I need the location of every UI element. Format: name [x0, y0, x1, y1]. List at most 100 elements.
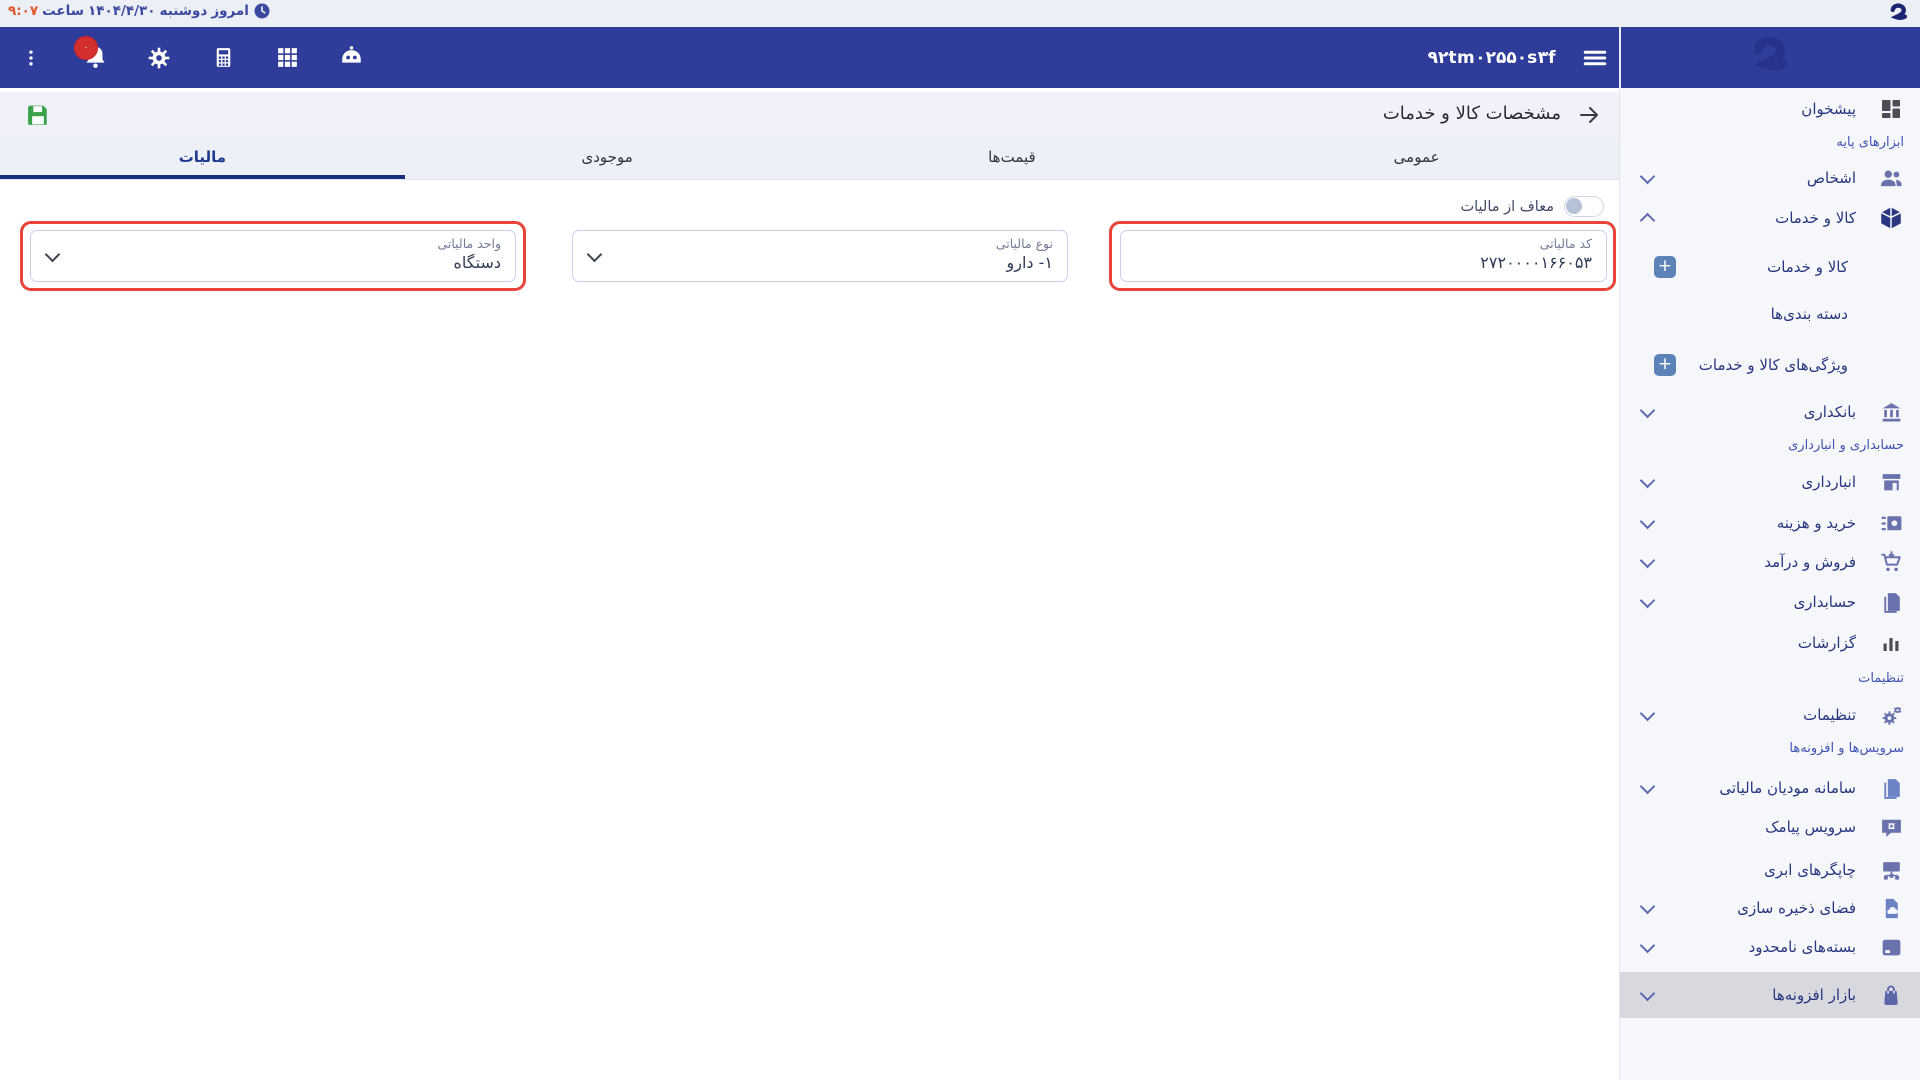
- field-value: ۲۷۲۰۰۰۰۱۶۶۰۵۳: [1155, 253, 1592, 272]
- chevron-up-icon: [1640, 213, 1656, 229]
- sidebar-item-label: فضای ذخیره سازی: [1737, 899, 1856, 917]
- field-label: کد مالیاتی: [1155, 236, 1592, 251]
- sidebar-item-label: حسابداری: [1794, 593, 1856, 611]
- back-arrow-icon[interactable]: [1577, 103, 1601, 131]
- datetime-text: امروزدوشنبه ۱۴۰۴/۴/۳۰ساعت۹:۰۷: [8, 2, 271, 20]
- store-icon: [1878, 469, 1904, 495]
- sidebar-item-storage-space[interactable]: فضای ذخیره سازی: [1620, 888, 1920, 928]
- sidebar-item-label: تنظیمات: [1803, 706, 1856, 724]
- sidebar-item-label: دسته بندی‌ها: [1771, 305, 1848, 323]
- sidebar-section-basic-tools: ابزارهای پایه: [1620, 128, 1920, 156]
- tab-bar: عمومی قیمت‌ها موجودی مالیات: [0, 138, 1619, 180]
- printer-icon: [1878, 857, 1904, 883]
- section-label: سرویس‌ها و افزونه‌ها: [1789, 741, 1904, 756]
- sidebar-item-label: بسته‌های نامحدود: [1749, 938, 1856, 956]
- date-value: ۱۴۰۴/۴/۳۰: [88, 3, 156, 19]
- tab-inventory[interactable]: موجودی: [405, 138, 810, 179]
- license-serial: ۹۲tm۰۲۵۵۰s۳f: [1428, 48, 1556, 68]
- sidebar-item-banking[interactable]: بانکداری: [1620, 392, 1920, 432]
- sidebar-item-label: کالا و خدمات: [1775, 209, 1856, 227]
- package-icon: [1878, 934, 1904, 960]
- sidebar-item-label: فروش و درآمد: [1764, 553, 1856, 571]
- sidebar-item-cloud-printers[interactable]: چاپگرهای ابری: [1620, 850, 1920, 890]
- sidebar-item-label: پیشخوان: [1801, 100, 1856, 118]
- field-label: نوع مالیاتی: [607, 236, 1053, 251]
- sidebar-section-accounting-warehousing: حسابداری و انبارداری: [1620, 431, 1920, 459]
- tax-unit-select[interactable]: واحد مالیاتی دستگاه: [30, 230, 516, 282]
- top-strip: امروزدوشنبه ۱۴۰۴/۴/۳۰ساعت۹:۰۷: [0, 0, 1920, 27]
- bar-chart-icon: [1878, 630, 1904, 656]
- documents-icon: [1878, 589, 1904, 615]
- sidebar-item-warehousing[interactable]: انبارداری: [1620, 462, 1920, 502]
- chevron-down-icon: [587, 247, 603, 263]
- chevron-down-icon: [1640, 779, 1656, 795]
- money-icon: [1878, 510, 1904, 536]
- sidebar-item-sms-service[interactable]: سرویس پیامک: [1620, 807, 1920, 847]
- sidebar-item-label: خرید و هزینه: [1777, 514, 1856, 532]
- sidebar-item-reports[interactable]: گزارشات: [1620, 623, 1920, 663]
- section-label: حسابداری و انبارداری: [1788, 438, 1904, 453]
- date-prefix: امروز: [211, 3, 249, 19]
- tab-prices[interactable]: قیمت‌ها: [810, 138, 1215, 179]
- chevron-down-icon: [1640, 899, 1656, 915]
- chevron-down-icon: [45, 247, 61, 263]
- chevron-down-icon: [1640, 706, 1656, 722]
- tax-exempt-toggle[interactable]: [1564, 196, 1604, 217]
- app-header: ۰ ۹۲tm۰۲۵۵۰s۳f: [0, 27, 1920, 88]
- header-right: ۹۲tm۰۲۵۵۰s۳f: [1400, 27, 1612, 88]
- time-value: ۹:۰۷: [8, 3, 38, 19]
- chevron-down-icon: [1640, 473, 1656, 489]
- section-label: ابزارهای پایه: [1836, 135, 1904, 150]
- sidebar-item-goods-services-sub[interactable]: کالا و خدمات +: [1620, 247, 1920, 287]
- add-attribute-button[interactable]: +: [1654, 354, 1676, 376]
- chevron-down-icon: [1640, 553, 1656, 569]
- sidebar-nav: پیشخوان ابزارهای پایه اشخاص کالا و خدمات…: [1620, 88, 1920, 1080]
- add-goods-button[interactable]: +: [1654, 256, 1676, 278]
- sidebar-item-purchases-expenses[interactable]: خرید و هزینه: [1620, 503, 1920, 543]
- sidebar-item-label: سرویس پیامک: [1765, 818, 1856, 836]
- section-label: تنظیمات: [1858, 671, 1904, 686]
- sidebar-item-label: بازار افزونه‌ها: [1772, 986, 1856, 1004]
- notification-badge: ۰: [74, 36, 98, 60]
- chatbot-robot-icon[interactable]: [334, 38, 368, 78]
- tab-tax[interactable]: مالیات: [0, 138, 405, 179]
- sidebar-item-unlimited-packages[interactable]: بسته‌های نامحدود: [1620, 927, 1920, 967]
- bag-icon: [1878, 982, 1904, 1008]
- apps-grid-icon[interactable]: [270, 38, 304, 78]
- sidebar-item-addons-market[interactable]: بازار افزونه‌ها: [1620, 972, 1920, 1018]
- sidebar-item-label: ویژگی‌های کالا و خدمات: [1699, 356, 1848, 374]
- sidebar-item-accounting[interactable]: حسابداری: [1620, 582, 1920, 622]
- weekday: دوشنبه: [160, 3, 208, 19]
- app-window: امروزدوشنبه ۱۴۰۴/۴/۳۰ساعت۹:۰۷ ۰: [0, 0, 1920, 1080]
- sidebar-item-sales-income[interactable]: فروش و درآمد: [1620, 542, 1920, 582]
- sidebar-item-label: کالا و خدمات: [1767, 258, 1848, 276]
- header-icons: ۰: [14, 27, 368, 88]
- hamburger-menu-icon[interactable]: [1578, 38, 1612, 78]
- kebab-menu-icon[interactable]: [14, 38, 48, 78]
- sidebar-item-tax-moadian-system[interactable]: سامانه مودیان مالیاتی: [1620, 768, 1920, 808]
- sidebar-item-settings[interactable]: تنظیمات: [1620, 695, 1920, 735]
- bank-icon: [1878, 399, 1904, 425]
- sidebar-item-categories[interactable]: دسته بندی‌ها: [1620, 294, 1920, 334]
- sidebar-item-persons[interactable]: اشخاص: [1620, 158, 1920, 198]
- save-button[interactable]: [24, 101, 52, 129]
- calculator-icon[interactable]: [206, 38, 240, 78]
- settings-gear-icon[interactable]: [142, 38, 176, 78]
- sidebar-item-product-attributes[interactable]: ویژگی‌های کالا و خدمات +: [1620, 345, 1920, 385]
- title-bar: مشخصات کالا و خدمات: [0, 92, 1619, 138]
- sidebar-item-label: سامانه مودیان مالیاتی: [1719, 779, 1856, 797]
- chevron-down-icon: [1640, 593, 1656, 609]
- tax-exempt-toggle-row: معاف از مالیات: [1460, 196, 1604, 217]
- gears-icon: [1878, 702, 1904, 728]
- documents-icon: [1878, 775, 1904, 801]
- sidebar-item-goods-services[interactable]: کالا و خدمات: [1620, 198, 1920, 238]
- tax-type-select[interactable]: نوع مالیاتی ۱- دارو: [572, 230, 1068, 282]
- tax-code-field[interactable]: کد مالیاتی ۲۷۲۰۰۰۰۱۶۶۰۵۳: [1120, 230, 1607, 282]
- tax-exempt-label: معاف از مالیات: [1460, 199, 1554, 215]
- chevron-down-icon: [1640, 403, 1656, 419]
- sidebar-section-settings: تنظیمات: [1620, 664, 1920, 692]
- tab-general[interactable]: عمومی: [1214, 138, 1619, 179]
- sidebar-item-dashboard[interactable]: پیشخوان: [1620, 89, 1920, 129]
- hour-label: ساعت: [42, 3, 84, 19]
- notifications-bell-icon[interactable]: ۰: [78, 38, 112, 78]
